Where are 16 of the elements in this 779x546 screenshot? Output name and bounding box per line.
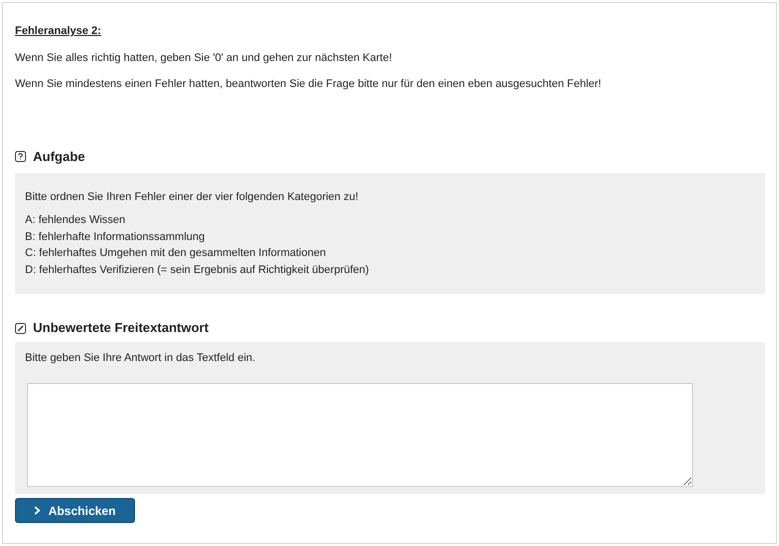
category-item: D: fehlerhaftes Verifizieren (= sein Ergebnis auf Richtigkeit überprüfen) xyxy=(25,262,370,278)
section-heading: Aufgabe xyxy=(33,148,85,166)
section-heading: Unbewertete Freitextantwort xyxy=(33,319,209,338)
answer-instruction: Bitte geben Sie Ihre Antwort in das Textfeld ein. xyxy=(25,351,256,366)
edit-icon xyxy=(15,322,26,334)
answer-box[interactable] xyxy=(27,382,693,486)
category-item: C: fehlerhaftes Umgehen mit den gesammelten Informationen xyxy=(25,246,327,261)
task-prompt: Bitte ordnen Sie Ihren Fehler einer der vier folgenden Kategorien zu! xyxy=(25,190,360,204)
intro-title: Fehleranalyse 2: xyxy=(15,24,102,39)
category-item: B: fehlerhafte Informationssammlung xyxy=(25,230,206,244)
chevron-icon xyxy=(34,506,40,515)
submit-button[interactable]: Abschicken xyxy=(15,498,135,523)
category-item: A: fehlendes Wissen xyxy=(25,213,126,228)
help-icon xyxy=(15,151,26,162)
intro-line: Wenn Sie mindestens einen Fehler hatten, beantworten Sie die Frage bitte nur für den einen eben ausgesuchten Fehler! xyxy=(15,77,602,92)
intro-line: Wenn Sie alles richtig hatten, geben Sie '0' an und gehen zur nächsten Karte! xyxy=(15,50,394,66)
